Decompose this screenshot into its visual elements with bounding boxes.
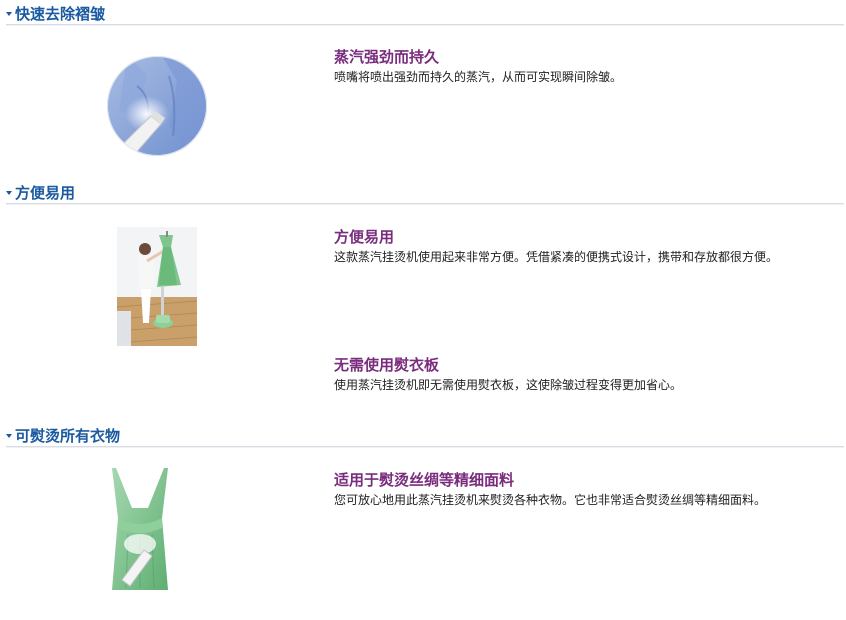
section-title: 方便易用 — [15, 184, 76, 202]
woman-using-steamer-icon — [117, 227, 197, 346]
feature-title: 蒸汽强劲而持久 — [334, 48, 440, 66]
feature-title: 无需使用熨衣板 — [334, 356, 440, 374]
feature-description: 您可放心地用此蒸汽挂烫机来熨烫各种衣物。它也非常适合熨烫丝绸等精细面料。 — [334, 493, 767, 507]
feature-title: 适用于熨烫丝绸等精细面料 — [334, 471, 515, 489]
silk-dress-steaming-icon — [108, 468, 172, 590]
feature-title: 方便易用 — [334, 228, 395, 246]
shirt-steaming-icon — [107, 56, 207, 156]
section-title: 快速去除褶皱 — [15, 5, 106, 23]
section-header-easy-to-use[interactable]: 方便易用 — [6, 181, 844, 204]
feature-description: 喷嘴将喷出强劲而持久的蒸汽，从而可实现瞬间除皱。 — [334, 70, 623, 84]
feature-description: 使用蒸汽挂烫机即无需使用熨衣板，这使除皱过程变得更加省心。 — [334, 378, 683, 392]
feature-no-ironing-board: 无需使用熨衣板 使用蒸汽挂烫机即无需使用熨衣板，这使除皱过程变得更加省心。 — [334, 355, 846, 394]
feature-description: 这款蒸汽挂烫机使用起来非常方便。凭借紧凑的便携式设计，携带和存放都很方便。 — [334, 250, 779, 264]
caret-down-icon — [6, 191, 12, 195]
caret-down-icon — [6, 434, 12, 438]
section-header-wrinkle-removal[interactable]: 快速去除褶皱 — [6, 2, 844, 25]
feature-delicate-fabrics: 适用于熨烫丝绸等精细面料 您可放心地用此蒸汽挂烫机来熨烫各种衣物。它也非常适合熨… — [334, 470, 846, 509]
feature-powerful-steam: 蒸汽强劲而持久 喷嘴将喷出强劲而持久的蒸汽，从而可实现瞬间除皱。 — [334, 47, 846, 86]
caret-down-icon — [6, 12, 12, 16]
section-header-all-garments[interactable]: 可熨烫所有衣物 — [6, 424, 844, 447]
feature-easy-to-use: 方便易用 这款蒸汽挂烫机使用起来非常方便。凭借紧凑的便携式设计，携带和存放都很方… — [334, 227, 846, 266]
section-title: 可熨烫所有衣物 — [15, 427, 121, 445]
